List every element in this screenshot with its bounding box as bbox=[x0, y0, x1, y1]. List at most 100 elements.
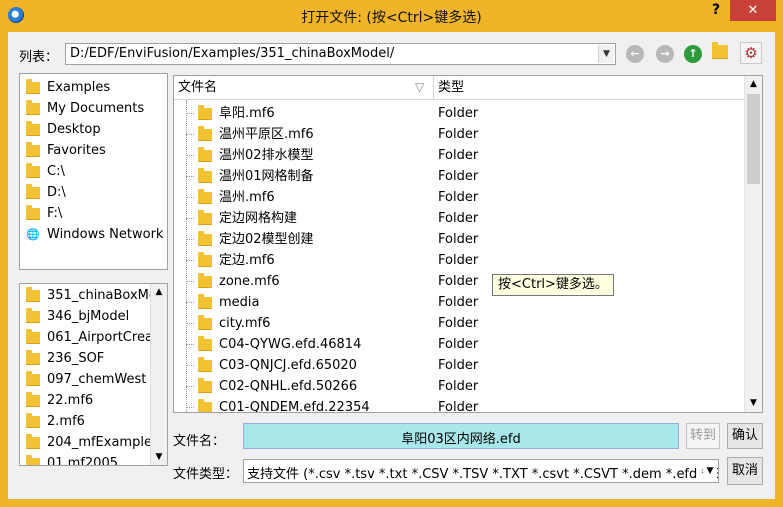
chevron-down-icon[interactable]: ▼ bbox=[598, 45, 614, 63]
up-arrow-icon[interactable]: ↑ bbox=[684, 45, 702, 63]
history-label: 346_bjModel bbox=[47, 309, 130, 324]
tree-connector bbox=[186, 197, 194, 198]
file-type: Folder bbox=[438, 106, 479, 121]
file-row[interactable]: 阜阳.mf6 Folder bbox=[174, 103, 744, 124]
file-type: Folder bbox=[438, 127, 479, 142]
file-type: Folder bbox=[438, 358, 479, 373]
ok-button[interactable]: 确认 bbox=[727, 423, 763, 449]
folder-icon bbox=[26, 78, 40, 94]
folder-icon bbox=[26, 370, 40, 386]
place-item[interactable]: Examples bbox=[26, 77, 110, 98]
file-name-cell: 定边网格构建 bbox=[198, 208, 297, 229]
file-row[interactable]: 定边.mf6 Folder bbox=[174, 250, 744, 271]
file-row[interactable]: city.mf6 Folder bbox=[174, 313, 744, 334]
place-item[interactable]: C:\ bbox=[26, 161, 65, 182]
file-row[interactable]: C01-QNDEM.efd.22354 Folder bbox=[174, 397, 744, 412]
place-label: C:\ bbox=[47, 164, 65, 179]
folder-icon bbox=[198, 356, 212, 372]
history-item[interactable]: 01.mf2005 bbox=[26, 453, 150, 465]
file-name-cell: 温州02排水模型 bbox=[198, 145, 314, 166]
scroll-up-icon[interactable]: ▲ bbox=[745, 76, 762, 93]
folder-icon bbox=[198, 251, 212, 267]
lookin-path: D:/EDF/EnviFusion/Examples/351_chinaBoxM… bbox=[70, 46, 395, 61]
history-item[interactable]: 22.mf6 bbox=[26, 390, 150, 411]
file-row[interactable]: 温州平原区.mf6 Folder bbox=[174, 124, 744, 145]
history-item[interactable]: 346_bjModel bbox=[26, 306, 150, 327]
cancel-button[interactable]: 取消 bbox=[727, 457, 763, 485]
folder-icon bbox=[198, 209, 212, 225]
file-type: Folder bbox=[438, 169, 479, 184]
place-item[interactable]: My Documents bbox=[26, 98, 144, 119]
lookin-combo[interactable]: D:/EDF/EnviFusion/Examples/351_chinaBoxM… bbox=[65, 43, 616, 65]
file-name: 温州02排水模型 bbox=[219, 148, 314, 163]
file-type: Folder bbox=[438, 316, 479, 331]
history-item[interactable]: 351_chinaBoxModel bbox=[26, 285, 150, 306]
file-row[interactable]: 温州.mf6 Folder bbox=[174, 187, 744, 208]
file-row[interactable]: 温州02排水模型 Folder bbox=[174, 145, 744, 166]
file-row[interactable]: 温州01网格制备 Folder bbox=[174, 166, 744, 187]
scroll-thumb[interactable] bbox=[747, 94, 760, 184]
scroll-down-icon[interactable]: ▼ bbox=[745, 395, 762, 412]
back-arrow-icon[interactable]: ← bbox=[626, 45, 644, 63]
file-row[interactable]: C04-QYWG.efd.46814 Folder bbox=[174, 334, 744, 355]
file-row[interactable]: zone.mf6 Folder bbox=[174, 271, 744, 292]
folder-icon bbox=[26, 391, 40, 407]
filename-input[interactable]: 阜阳03区内网络.efd bbox=[243, 423, 679, 449]
file-type: Folder bbox=[438, 190, 479, 205]
file-name: 定边网格构建 bbox=[219, 211, 298, 226]
history-list: 351_chinaBoxModel 346_bjModel 061_AirportC… bbox=[19, 283, 168, 466]
places-sidebar: Examples My Documents Desktop Favorites C:\ D… bbox=[19, 73, 168, 270]
scroll-down-icon[interactable]: ▼ bbox=[151, 449, 167, 465]
place-item[interactable]: F:\ bbox=[26, 203, 62, 224]
folder-icon bbox=[26, 99, 40, 115]
file-list-scrollbar[interactable]: ▲ ▼ bbox=[744, 76, 762, 412]
file-name: C03-QNJCJ.efd.65020 bbox=[219, 358, 357, 373]
file-name: zone.mf6 bbox=[219, 274, 280, 289]
column-header-type[interactable]: 类型 bbox=[434, 76, 744, 100]
file-row[interactable]: 定边02模型创建 Folder bbox=[174, 229, 744, 250]
filetype-label: 文件类型： bbox=[173, 467, 239, 482]
new-folder-icon[interactable] bbox=[712, 41, 730, 62]
filetype-combo[interactable]: 支持文件 (*.csv *.tsv *.txt *.CSV *.TSV *.TX… bbox=[243, 459, 719, 483]
history-scrollbar[interactable]: ▲ ▼ bbox=[150, 284, 167, 465]
file-name: 温州.mf6 bbox=[219, 190, 275, 205]
place-item[interactable]: Desktop bbox=[26, 119, 101, 140]
history-item[interactable]: 2.mf6 bbox=[26, 411, 150, 432]
tree-connector bbox=[186, 176, 194, 177]
tree-connector bbox=[186, 260, 194, 261]
folder-icon bbox=[26, 433, 40, 449]
tree-connector bbox=[186, 323, 194, 324]
folder-icon bbox=[198, 398, 212, 412]
file-row[interactable]: C02-QNHL.efd.50266 Folder bbox=[174, 376, 744, 397]
help-button[interactable]: ? bbox=[704, 2, 728, 22]
network-icon: 🌐 bbox=[26, 228, 40, 241]
goto-button[interactable]: 转到 bbox=[686, 423, 720, 449]
place-item[interactable]: Favorites bbox=[26, 140, 106, 161]
place-label: Favorites bbox=[47, 143, 106, 158]
history-item[interactable]: 097_chemWest bbox=[26, 369, 150, 390]
settings-icon[interactable]: ⚙ bbox=[740, 42, 762, 64]
place-item[interactable]: 🌐 Windows Network bbox=[26, 224, 163, 245]
file-type: Folder bbox=[438, 379, 479, 394]
folder-icon bbox=[198, 377, 212, 393]
sort-indicator-icon: ▽ bbox=[415, 80, 425, 94]
file-row[interactable]: 定边网格构建 Folder bbox=[174, 208, 744, 229]
history-item[interactable]: 204_mfExampleData bbox=[26, 432, 150, 453]
file-row[interactable]: C03-QNJCJ.efd.65020 Folder bbox=[174, 355, 744, 376]
place-item[interactable]: D:\ bbox=[26, 182, 66, 203]
chevron-down-icon[interactable]: ▼ bbox=[703, 461, 717, 481]
tree-connector bbox=[186, 407, 194, 408]
column-header-name[interactable]: 文件名 bbox=[174, 76, 434, 100]
history-item[interactable]: 061_AirportCreate bbox=[26, 327, 150, 348]
folder-icon bbox=[26, 162, 40, 178]
file-row[interactable]: media Folder bbox=[174, 292, 744, 313]
folder-icon bbox=[26, 454, 40, 465]
history-label: 204_mfExampleData bbox=[47, 435, 150, 450]
scroll-up-icon[interactable]: ▲ bbox=[151, 284, 167, 300]
history-item[interactable]: 236_SOF bbox=[26, 348, 150, 369]
folder-icon bbox=[26, 349, 40, 365]
file-name-cell: media bbox=[198, 292, 260, 313]
close-button[interactable]: ✕ bbox=[730, 0, 776, 21]
forward-arrow-icon[interactable]: → bbox=[656, 45, 674, 63]
file-name: media bbox=[219, 295, 260, 310]
